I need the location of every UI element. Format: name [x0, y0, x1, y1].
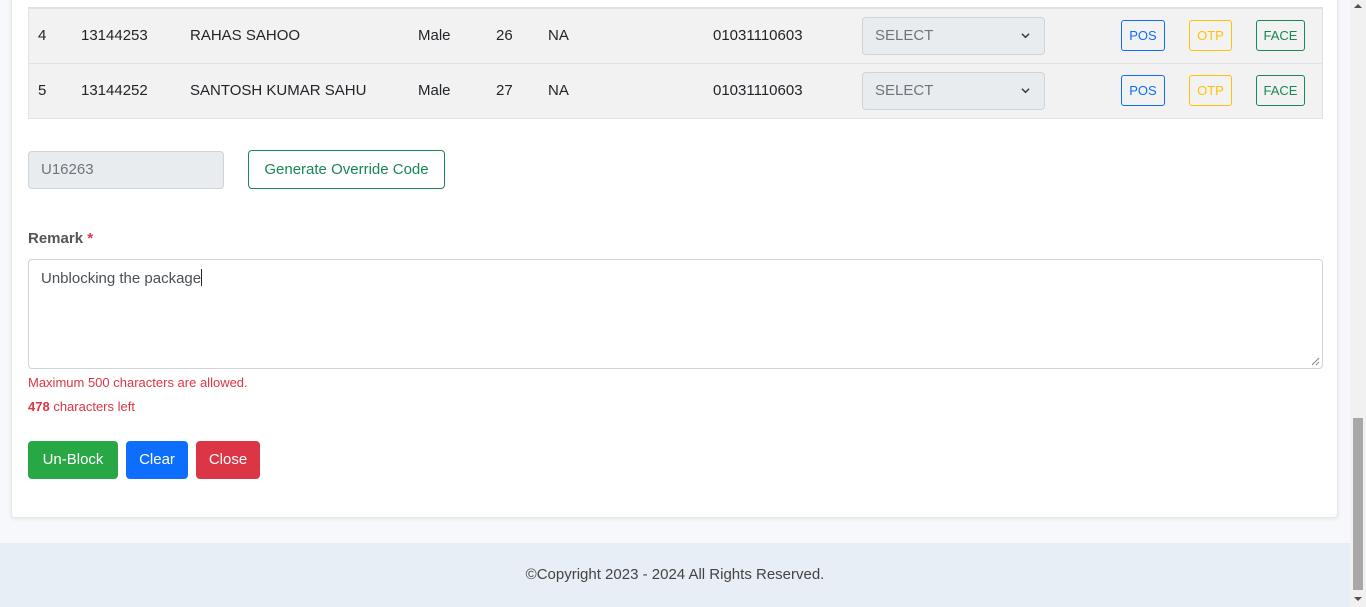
chevron-down-icon	[1021, 88, 1030, 94]
remark-label: Remark *	[28, 230, 93, 247]
max-length-message: Maximum 500 characters are allowed.	[28, 375, 248, 390]
member-gender: Male	[418, 82, 451, 99]
otp-button[interactable]: OTP	[1189, 20, 1232, 51]
required-mark: *	[87, 230, 94, 247]
member-table: 4 13144253 RAHAS SAHOO Male 26 NA 010311…	[28, 7, 1323, 119]
select-value: SELECT	[875, 82, 934, 99]
chars-left-text: characters left	[49, 399, 135, 414]
text-caret	[201, 269, 203, 286]
clear-button[interactable]: Clear	[126, 441, 188, 479]
member-age: 26	[496, 27, 513, 44]
copyright-text: ©Copyright 2023 - 2024 All Rights Reserv…	[525, 566, 825, 583]
otp-button[interactable]: OTP	[1189, 75, 1232, 106]
chars-left-message: 478 characters left	[28, 399, 135, 414]
member-gender: Male	[418, 27, 451, 44]
remark-text: Unblocking the package	[41, 270, 202, 287]
override-code-field[interactable]: U16263	[28, 151, 224, 189]
footer: ©Copyright 2023 - 2024 All Rights Reserv…	[0, 543, 1350, 607]
resize-grip-icon[interactable]	[1310, 356, 1320, 366]
remark-label-text: Remark	[28, 230, 84, 247]
chevron-down-icon	[1021, 33, 1030, 39]
row-serial: 4	[38, 27, 47, 44]
page: 4 13144253 RAHAS SAHOO Male 26 NA 010311…	[0, 0, 1350, 607]
page-scrollbar[interactable]	[1350, 0, 1366, 607]
member-age: 27	[496, 82, 513, 99]
form-card: 4 13144253 RAHAS SAHOO Male 26 NA 010311…	[11, 0, 1338, 518]
scroll-thumb[interactable]	[1353, 418, 1363, 590]
pos-button[interactable]: POS	[1121, 75, 1165, 106]
member-number: 01031110603	[713, 82, 803, 99]
scroll-up-arrow-icon[interactable]	[1354, 2, 1362, 10]
unblock-button[interactable]: Un-Block	[28, 441, 118, 479]
member-name: SANTOSH KUMAR SAHU	[190, 82, 367, 99]
auth-mode-select[interactable]: SELECT	[862, 72, 1045, 110]
row-serial: 5	[38, 82, 47, 99]
member-id: 13144252	[81, 82, 148, 99]
auth-mode-select[interactable]: SELECT	[862, 17, 1045, 55]
chars-left-count: 478	[28, 399, 50, 414]
remark-textarea[interactable]: Unblocking the package	[28, 259, 1323, 369]
member-number: 01031110603	[713, 27, 803, 44]
select-value: SELECT	[875, 27, 934, 44]
face-button[interactable]: FACE	[1256, 20, 1305, 51]
scroll-down-arrow-icon[interactable]	[1354, 595, 1362, 603]
generate-override-code-button[interactable]: Generate Override Code	[248, 150, 445, 189]
member-na: NA	[548, 27, 569, 44]
table-row: 5 13144252 SANTOSH KUMAR SAHU Male 27 NA…	[29, 63, 1322, 118]
pos-button[interactable]: POS	[1121, 20, 1165, 51]
member-id: 13144253	[81, 27, 148, 44]
close-button[interactable]: Close	[196, 441, 260, 479]
member-na: NA	[548, 82, 569, 99]
table-row: 4 13144253 RAHAS SAHOO Male 26 NA 010311…	[29, 8, 1322, 63]
face-button[interactable]: FACE	[1256, 75, 1305, 106]
member-name: RAHAS SAHOO	[190, 27, 301, 44]
